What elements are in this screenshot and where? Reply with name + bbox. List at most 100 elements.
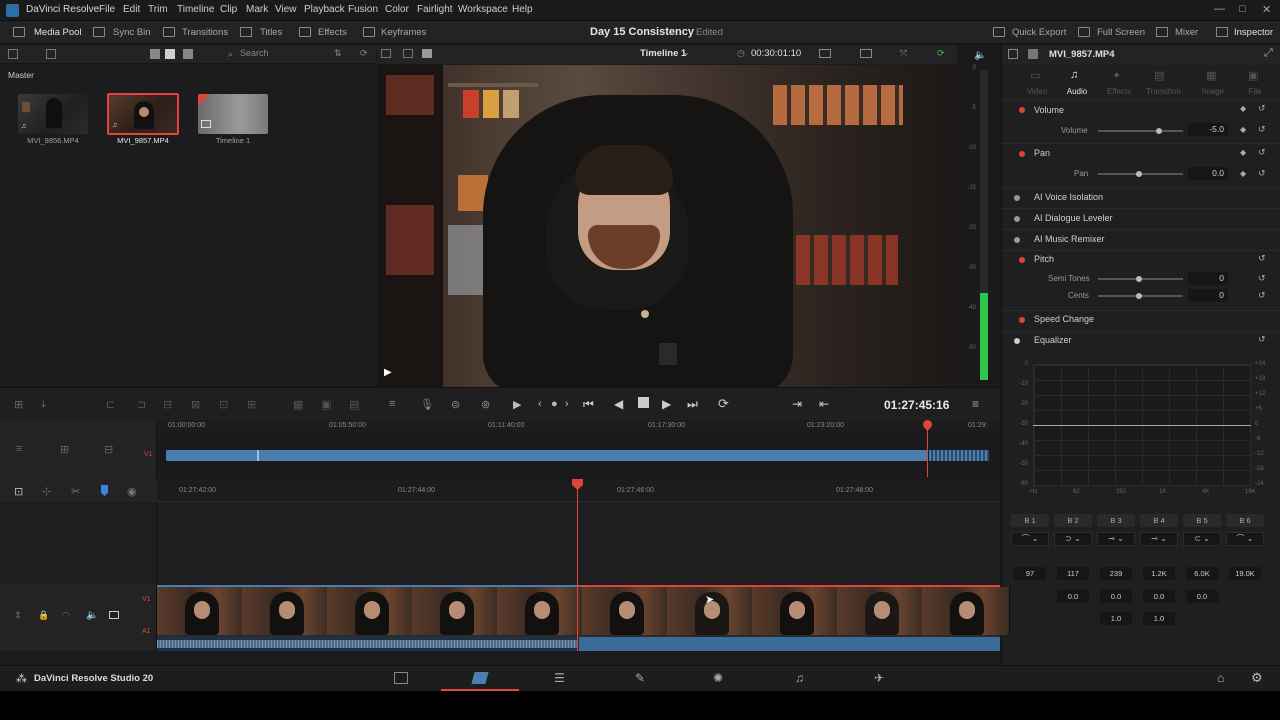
clip-frame[interactable] (837, 587, 925, 635)
a1-audio-track[interactable] (157, 637, 1000, 651)
eq-band-4-gain[interactable]: 0.0 (1143, 590, 1175, 603)
eq-band-2-shape-dropdown[interactable]: ⊃ ⌄ (1054, 532, 1092, 546)
pitch-enable-dot[interactable] (1019, 257, 1025, 263)
pan-slider-knob[interactable] (1136, 171, 1142, 177)
eq-band-2-freq[interactable]: 117 (1057, 567, 1089, 580)
ai-music-remixer-section[interactable]: AI Music Remixer (1034, 234, 1105, 244)
overview-clip[interactable] (166, 450, 928, 461)
eq-band-5-button[interactable]: B 5 (1183, 514, 1221, 527)
volume-slider-knob[interactable] (1156, 128, 1162, 134)
sidebar-toggle-icon[interactable] (8, 49, 18, 59)
keyframe-icon[interactable]: ◆ (1240, 169, 1246, 178)
transform-icon[interactable]: ⤧ (900, 48, 907, 59)
prev-marker-icon[interactable]: ‹ (538, 398, 542, 410)
eq-band-3-shape-dropdown[interactable]: ⊸ ⌄ (1097, 532, 1135, 546)
mixer-button[interactable]: Mixer (1175, 27, 1198, 38)
track-tool-icon[interactable]: ⊞ (60, 443, 69, 456)
edit-tool-icon[interactable]: ▤ (349, 398, 359, 411)
volume-enable-dot[interactable] (1019, 107, 1025, 113)
edit-tool-icon[interactable]: ⊟ (163, 398, 172, 411)
audio-tool-icon[interactable]: ≡ (389, 398, 395, 410)
snapshot-icon[interactable]: ⊗ (481, 398, 490, 411)
clip-thumbnail[interactable]: ♫ (18, 94, 88, 134)
play-around-icon[interactable]: ▶ (513, 398, 521, 411)
eq-band-1-freq[interactable]: 97 (1014, 567, 1046, 580)
timeline-empty-area[interactable] (157, 502, 1000, 584)
reset-icon[interactable]: ↺ (1258, 290, 1266, 301)
audio-clip-selected[interactable] (579, 637, 1000, 651)
inspector-button[interactable]: Inspector (1234, 27, 1273, 38)
eq-band-3-q[interactable]: 1.0 (1100, 612, 1132, 625)
edit-tool-icon[interactable]: ▦ (293, 398, 303, 411)
play-overlay-icon[interactable]: ▶︎ (384, 367, 392, 378)
play-reverse-icon[interactable]: ◀ (614, 397, 623, 411)
upper-timeline-overview[interactable] (157, 418, 1000, 477)
grid-view-icon[interactable] (165, 49, 175, 59)
edit-tool-icon[interactable]: ▣ (321, 398, 331, 411)
eq-band-5-gain[interactable]: 0.0 (1186, 590, 1218, 603)
speed-change-section[interactable]: Speed Change (1034, 314, 1094, 324)
reset-icon[interactable]: ↺ (1258, 103, 1266, 114)
eq-band-4-q[interactable]: 1.0 (1143, 612, 1175, 625)
eq-band-4-freq[interactable]: 1.2K (1143, 567, 1175, 580)
lock-icon[interactable]: 🔒 (38, 610, 49, 621)
edit-tool-icon[interactable]: ⊡ (219, 398, 228, 411)
fairlight-page-icon[interactable]: ✺ (713, 671, 723, 685)
monitor-icon[interactable] (109, 611, 119, 619)
settings-gear-icon[interactable]: ⚙ (1251, 670, 1263, 686)
blade-icon[interactable]: ✂ (71, 485, 80, 498)
color-page-icon[interactable]: ✎ (635, 671, 645, 685)
snap-icon[interactable]: ⊹ (42, 485, 51, 498)
eq-band-3-button[interactable]: B 3 (1097, 514, 1135, 527)
keyframes-button[interactable]: Keyframes (381, 27, 426, 38)
sync-bin-button[interactable]: Sync Bin (113, 27, 151, 38)
track-move-icon[interactable]: ⇕ (14, 610, 22, 621)
fx-icon[interactable]: ⊜ (451, 398, 460, 411)
maximize-icon[interactable]: □ (1239, 3, 1246, 15)
transitions-button[interactable]: Transitions (182, 27, 228, 38)
go-to-end-icon[interactable]: ⏭ (687, 397, 698, 412)
clip-frame[interactable] (752, 587, 840, 635)
clip-frame[interactable] (242, 587, 330, 635)
semi-tones-field[interactable]: 0 (1188, 272, 1228, 285)
clip-frame[interactable] (582, 587, 670, 635)
edit-tool-icon[interactable]: ⊏ (106, 398, 115, 411)
timeline-view-icon[interactable]: ⊡ (14, 485, 23, 498)
eq-band-1-button[interactable]: B 1 (1011, 514, 1049, 527)
eq-band-4-shape-dropdown[interactable]: ⊸ ⌄ (1140, 532, 1178, 546)
clip-frame[interactable] (157, 587, 245, 635)
metadata-view-icon[interactable] (183, 49, 193, 59)
eq-band-6-button[interactable]: B 6 (1226, 514, 1264, 527)
ai-dialogue-dot[interactable] (1014, 216, 1020, 222)
speaker-icon[interactable]: 🔈 (974, 50, 986, 61)
pan-enable-dot[interactable] (1019, 151, 1025, 157)
marker-dot-icon[interactable]: ● (551, 398, 558, 410)
menu-clip[interactable]: Clip (220, 4, 237, 15)
menu-color[interactable]: Color (385, 4, 409, 15)
eq-band-4-button[interactable]: B 4 (1140, 514, 1178, 527)
keyframe-icon[interactable]: ◆ (1240, 148, 1246, 157)
track-tool-icon[interactable]: ⊟ (104, 443, 113, 456)
menu-edit[interactable]: Edit (123, 4, 140, 15)
eq-band-6-freq[interactable]: 19.0K (1229, 567, 1261, 580)
clip-frame[interactable] (497, 587, 585, 635)
eq-band-1-shape-dropdown[interactable]: ⌒ ⌄ (1011, 532, 1049, 546)
timeline-playhead[interactable] (577, 481, 578, 651)
eq-band-3-freq[interactable]: 239 (1100, 567, 1132, 580)
minimize-icon[interactable]: — (1214, 3, 1225, 15)
go-to-start-icon[interactable]: ⏮ (583, 397, 594, 412)
reset-icon[interactable]: ↺ (1258, 124, 1266, 135)
edit-tool-icon[interactable]: ⊠ (191, 398, 200, 411)
eq-band-5-shape-dropdown[interactable]: ⊂ ⌄ (1183, 532, 1221, 546)
home-icon[interactable]: ⌂ (1217, 671, 1224, 685)
eq-band-2-gain[interactable]: 0.0 (1057, 590, 1089, 603)
quick-export-button[interactable]: Quick Export (1012, 27, 1066, 38)
view-options-icon[interactable]: ◉ (127, 485, 137, 498)
equalizer-enable-dot[interactable] (1014, 338, 1020, 344)
eq-band-3-gain[interactable]: 0.0 (1100, 590, 1132, 603)
cents-knob[interactable] (1136, 293, 1142, 299)
viewer-layout-icon[interactable] (381, 49, 391, 58)
video-viewer[interactable]: ▶︎ (378, 65, 956, 387)
cents-field[interactable]: 0 (1188, 289, 1228, 302)
media-page-icon[interactable] (394, 672, 408, 684)
